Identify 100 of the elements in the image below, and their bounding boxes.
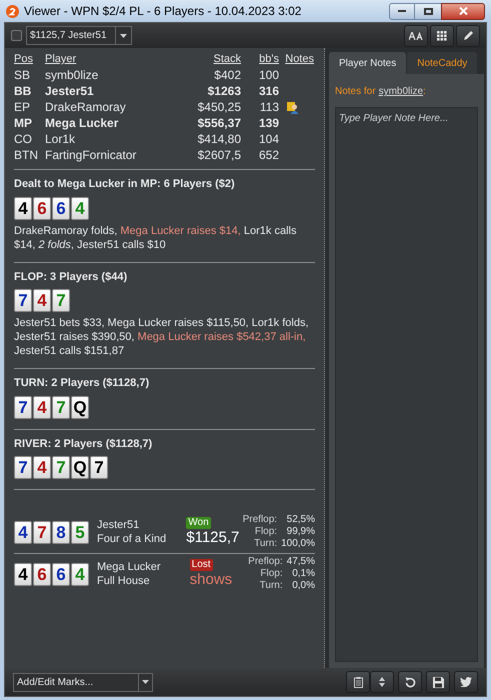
sort-button[interactable]: [370, 671, 394, 693]
app-logo-icon: [6, 4, 19, 18]
playing-card: 4: [33, 456, 51, 479]
playing-card: Q: [71, 396, 89, 418]
table-cell-text: 316: [258, 84, 279, 99]
font-size-icon: [409, 32, 423, 40]
close-icon: [458, 7, 468, 15]
table-cell-text: 104: [258, 132, 279, 147]
playing-card: 6: [33, 562, 51, 586]
column-header[interactable]: bb's: [241, 52, 279, 67]
bird-icon: [460, 677, 472, 687]
playing-card: Q: [71, 456, 89, 479]
window-title: Viewer - WPN $2/4 PL - 6 Players - 10.04.2023 3:02: [24, 3, 302, 20]
table-cell-text: MP: [14, 116, 33, 131]
table-cell-text: $2607,5: [196, 148, 241, 163]
save-button[interactable]: [426, 671, 450, 693]
notes-label-suffix: :: [423, 85, 426, 99]
table-cell-text: $556,37: [196, 116, 241, 131]
equity-label: Preflop:: [242, 514, 278, 526]
table-cell-text: SB: [14, 68, 32, 83]
notes-label: Notes for: [335, 85, 376, 99]
column-header[interactable]: Notes: [279, 52, 315, 67]
playing-card: 4: [14, 520, 32, 544]
playing-card: 4: [33, 289, 51, 312]
equity-label: Flop:: [254, 526, 278, 538]
checkbox[interactable]: [11, 30, 22, 41]
playing-card: 6: [33, 196, 51, 220]
table-cell-text: $414,80: [196, 132, 241, 147]
table-cell-text: 652: [258, 148, 279, 163]
column-header[interactable]: Player: [45, 52, 171, 67]
playing-card: 7: [14, 456, 32, 479]
equity-label: Turn:: [253, 538, 278, 550]
equity-label: Flop:: [259, 568, 283, 580]
playing-card: 7: [90, 456, 108, 479]
action-text: Jester51 bets $33, Mega Lucker raises $115,50, Lor1k folds, Jester51 raises $390,50, Mega Lucker raises $542,37 all-in, Jester51 calls $151,87: [14, 316, 310, 358]
pencil-icon: [462, 30, 474, 41]
close-button[interactable]: [441, 2, 485, 20]
player-link[interactable]: symb0lize: [378, 84, 424, 99]
caret-icon: [142, 680, 149, 684]
minimize-button[interactable]: [389, 2, 415, 20]
player-name: Jester51: [97, 518, 140, 532]
table-cell-text: FartingFornicator: [45, 148, 138, 163]
equity-value: 0,1%: [291, 568, 315, 580]
street-title: Dealt to Mega Lucker in MP: 6 Players ($2): [14, 177, 236, 192]
column-header[interactable]: Pos: [14, 52, 45, 67]
equity-value: 100,0%: [281, 538, 315, 550]
playing-card: 7: [52, 396, 70, 418]
marks-select[interactable]: Add/Edit Marks...: [13, 672, 153, 692]
playing-card: 6: [52, 562, 70, 586]
equity-value: 99,9%: [286, 526, 315, 538]
table-cell-text: $450,25: [196, 100, 241, 115]
playing-card: 4: [71, 562, 89, 586]
note-input-field[interactable]: Type Player Note Here...: [335, 107, 478, 662]
playing-card: 4: [14, 562, 32, 586]
street-title: RIVER: 2 Players ($1128,7): [14, 436, 154, 452]
table-cell-text: Jester51: [45, 84, 95, 99]
hand-select[interactable]: $1125,7 Jester51: [26, 26, 132, 45]
playing-card: 7: [52, 456, 70, 479]
share-button[interactable]: [454, 671, 478, 693]
table-cell-text: Lor1k: [45, 132, 76, 147]
playing-card: 5: [71, 520, 89, 544]
playing-card: 6: [52, 196, 70, 220]
playing-card: 4: [14, 196, 32, 220]
refresh-button[interactable]: [398, 671, 422, 693]
font-size-button[interactable]: [404, 24, 428, 46]
result-amount: $1125,7: [186, 529, 240, 547]
playing-card: 7: [52, 289, 70, 312]
result-amount: shows: [190, 571, 232, 589]
street-title: FLOP: 3 Players ($44): [14, 270, 128, 284]
playing-card: 7: [14, 396, 32, 418]
grid-icon: [437, 30, 447, 40]
result-badge: Won: [186, 517, 211, 529]
up-down-arrows-icon: [379, 677, 385, 687]
table-cell-text: 113: [258, 100, 279, 115]
caret-icon: [120, 34, 127, 38]
hand-rank: Four of a Kind: [97, 532, 168, 546]
player-name: Mega Lucker: [97, 560, 162, 574]
maximize-button[interactable]: [415, 2, 441, 20]
table-cell-text: Mega Lucker: [45, 116, 120, 131]
clipboard-icon: [354, 676, 362, 688]
playing-card: 7: [33, 520, 51, 544]
table-cell-text: symb0lize: [45, 68, 100, 83]
note-person-icon[interactable]: [287, 102, 299, 114]
action-text: DrakeRamoray folds, Mega Lucker raises $14, Lor1k calls $14, 2 folds, Jester51 calls $10: [14, 224, 298, 252]
grid-button[interactable]: [430, 24, 454, 46]
table-cell-text: 139: [258, 116, 279, 131]
equity-label: Turn:: [258, 580, 283, 592]
clipboard-button[interactable]: [346, 671, 370, 693]
column-header[interactable]: Stack: [171, 52, 241, 67]
table-cell-text: BTN: [14, 148, 39, 163]
table-cell-text: CO: [14, 132, 33, 147]
panel-tab[interactable]: NoteCaddy: [407, 52, 478, 74]
playing-card: 4: [33, 396, 51, 418]
table-cell-text: $402: [213, 68, 241, 83]
panel-tab[interactable]: Player Notes: [329, 52, 406, 74]
playing-card: 8: [52, 520, 70, 544]
table-cell-text: DrakeRamoray: [45, 100, 127, 115]
equity-label: Preflop:: [248, 556, 283, 568]
playing-card: 4: [71, 196, 89, 220]
edit-button[interactable]: [456, 24, 480, 46]
